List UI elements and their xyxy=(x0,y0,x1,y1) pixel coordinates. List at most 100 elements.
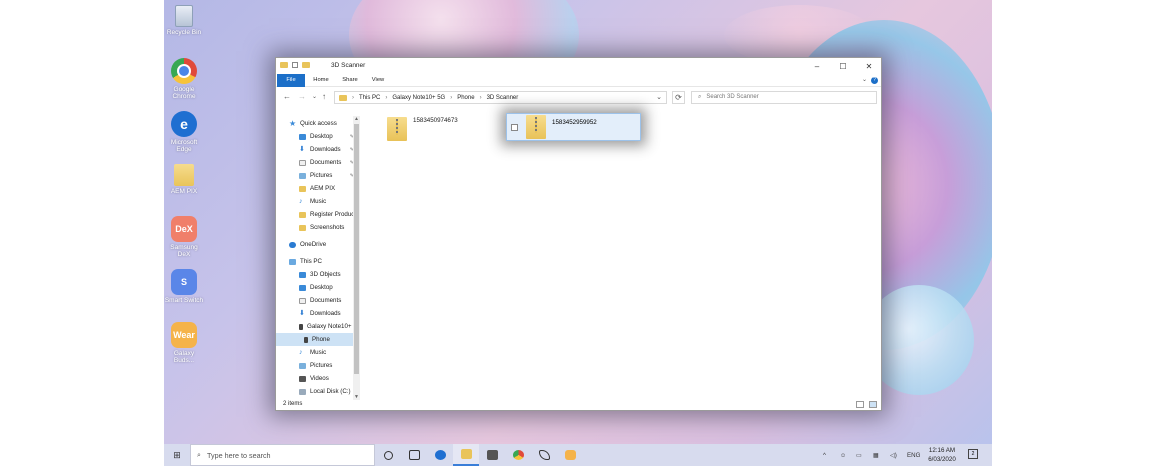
clock-time: 12:16 AM xyxy=(928,447,956,454)
file-explorer-window[interactable]: 3D Scanner – ☐ ✕ File Home Share View ⌄ … xyxy=(275,57,882,411)
nav-item-pictures[interactable]: Pictures ✎ xyxy=(276,169,354,182)
nav-item-register-product[interactable]: Register Product xyxy=(276,208,356,221)
action-center-button[interactable]: 2 xyxy=(968,449,978,459)
search-input[interactable]: Search 3D Scanner xyxy=(706,92,758,103)
recycle-bin-icon xyxy=(175,5,193,27)
music-icon: ♪ xyxy=(299,197,303,205)
file-list[interactable]: 1583450974673 xyxy=(360,108,882,400)
scroll-up-icon[interactable]: ▲ xyxy=(353,116,360,122)
nav-item-3d-objects[interactable]: 3D Objects xyxy=(276,268,354,281)
back-button[interactable]: ← xyxy=(283,92,291,101)
start-button[interactable]: ⊞ xyxy=(164,444,190,466)
expand-ribbon-icon[interactable]: ⌄ xyxy=(862,76,867,83)
tab-share[interactable]: Share xyxy=(338,74,362,87)
edge-icon[interactable] xyxy=(427,444,453,466)
nav-item-label: Downloads xyxy=(310,310,341,317)
breadcrumb-this-pc[interactable]: This PC xyxy=(359,95,380,101)
nav-item-pictures[interactable]: Pictures xyxy=(276,359,354,372)
close-button[interactable]: ✕ xyxy=(856,60,882,72)
taskbar-search[interactable]: ⌕ Type here to search xyxy=(190,444,375,466)
navigation-pane[interactable]: ★ Quick access Desktop ✎ ⬇ Downloads ✎ Document… xyxy=(276,116,360,398)
forward-button[interactable]: → xyxy=(298,92,306,101)
file-explorer-icon[interactable] xyxy=(453,444,479,466)
new-folder-icon[interactable] xyxy=(302,62,310,68)
cortana-icon[interactable] xyxy=(375,444,401,466)
file-item[interactable]: 1583450974673 xyxy=(387,117,458,141)
battery-icon[interactable]: ▭ xyxy=(856,444,862,466)
desktop-icon-galaxy-buds[interactable]: Wear Galaxy Buds... xyxy=(164,322,204,364)
nav-item-label: Quick access xyxy=(300,120,337,127)
nav-item-phone[interactable]: Phone xyxy=(276,333,354,346)
nav-item-desktop[interactable]: Desktop xyxy=(276,281,354,294)
file-name: 1583450974673 xyxy=(413,117,458,124)
desktop-icon-aem-pix[interactable]: AEM PIX xyxy=(164,164,204,195)
nav-item-music[interactable]: ♪ Music xyxy=(276,195,354,208)
blue-icon xyxy=(299,271,306,278)
task-view-icon[interactable] xyxy=(401,444,427,466)
desktop-icon-chrome[interactable]: Google Chrome xyxy=(164,58,204,100)
tab-home[interactable]: Home xyxy=(308,74,334,87)
select-checkbox[interactable] xyxy=(511,123,518,131)
clock-date: 6/03/2020 xyxy=(928,456,956,463)
people-icon[interactable]: ☺ xyxy=(840,444,846,466)
nav-item-aem-pix[interactable]: AEM PIX xyxy=(276,182,354,195)
nav-item-downloads[interactable]: ⬇ Downloads xyxy=(276,307,354,320)
smart-switch-icon: S xyxy=(171,269,197,295)
up-button[interactable]: ↑ xyxy=(322,92,326,101)
nav-item-videos[interactable]: Videos xyxy=(276,372,354,385)
nav-item-quick-access[interactable]: ★ Quick access xyxy=(276,117,354,130)
desktop-icon-label: AEM PIX xyxy=(170,188,198,195)
nav-item-onedrive[interactable]: OneDrive xyxy=(276,238,354,251)
mail-icon[interactable] xyxy=(479,444,505,466)
recent-locations-button[interactable]: ⌄ xyxy=(312,93,317,100)
zip-folder-icon xyxy=(387,117,407,141)
navigation-scrollbar[interactable]: ▲ ▼ xyxy=(353,116,360,400)
dex-icon: DeX xyxy=(171,216,197,242)
desktop-icon-samsung-dex[interactable]: DeX Samsung DeX xyxy=(164,216,204,258)
nav-item-galaxy-note10[interactable]: Galaxy Note10+ xyxy=(276,320,354,333)
large-icons-view-icon[interactable] xyxy=(869,401,877,408)
breadcrumb-galaxy-note10[interactable]: Galaxy Note10+ 5G xyxy=(392,95,445,101)
nav-item-label: Pictures xyxy=(310,172,333,179)
help-icon[interactable]: ? xyxy=(871,77,878,84)
tab-view[interactable]: View xyxy=(366,74,390,87)
wear-icon: Wear xyxy=(171,322,197,348)
properties-icon[interactable] xyxy=(292,62,298,68)
desktop-icon-smart-switch[interactable]: S Smart Switch xyxy=(164,269,204,304)
nav-item-this-pc[interactable]: This PC xyxy=(276,255,354,268)
network-icon[interactable]: ▦ xyxy=(873,444,879,466)
screen: Recycle Bin Google Chrome e Microsoft Ed… xyxy=(0,0,1156,466)
breadcrumb-3d-scanner[interactable]: 3D Scanner xyxy=(487,95,519,101)
title-bar[interactable]: 3D Scanner – ☐ ✕ xyxy=(276,58,881,74)
flow-icon[interactable] xyxy=(531,444,557,466)
wear-icon[interactable] xyxy=(557,444,583,466)
minimize-button[interactable]: – xyxy=(804,60,830,72)
desktop-icon-edge[interactable]: e Microsoft Edge xyxy=(164,111,204,153)
phone-icon xyxy=(299,323,303,330)
clock[interactable]: 12:16 AM 6/03/2020 xyxy=(924,446,960,464)
show-hidden-icons-button[interactable]: ^ xyxy=(823,444,826,466)
nav-item-local-disk-c[interactable]: Local Disk (C:) xyxy=(276,385,354,398)
nav-item-screenshots[interactable]: Screenshots xyxy=(276,221,354,234)
volume-icon[interactable]: ◁) xyxy=(890,444,897,466)
ribbon: File Home Share View ⌄ ? xyxy=(276,74,881,87)
refresh-button[interactable]: ⟳ xyxy=(672,91,685,104)
input-language[interactable]: ENG xyxy=(907,444,920,466)
nav-item-documents[interactable]: Documents ✎ xyxy=(276,156,354,169)
nav-item-downloads[interactable]: ⬇ Downloads ✎ xyxy=(276,143,354,156)
chevron-down-icon[interactable]: ⌄ xyxy=(656,93,662,101)
dragging-file-item[interactable]: 1583452959952 xyxy=(506,113,641,141)
nav-item-music[interactable]: ♪ Music xyxy=(276,346,354,359)
details-view-icon[interactable] xyxy=(856,401,864,408)
maximize-button[interactable]: ☐ xyxy=(830,60,856,72)
scrollbar-thumb[interactable] xyxy=(354,124,359,374)
chrome-icon[interactable] xyxy=(505,444,531,466)
breadcrumb-phone[interactable]: Phone xyxy=(457,95,474,101)
desktop-icon-recycle-bin[interactable]: Recycle Bin xyxy=(164,5,204,36)
tab-file[interactable]: File xyxy=(277,74,305,87)
nav-item-documents[interactable]: Documents xyxy=(276,294,354,307)
search-box[interactable]: ⌕ Search 3D Scanner xyxy=(691,91,877,104)
nav-item-desktop[interactable]: Desktop ✎ xyxy=(276,130,354,143)
address-bar[interactable]: › This PC › Galaxy Note10+ 5G › Phone › … xyxy=(334,91,667,104)
taskbar-search-input[interactable]: Type here to search xyxy=(207,451,271,460)
